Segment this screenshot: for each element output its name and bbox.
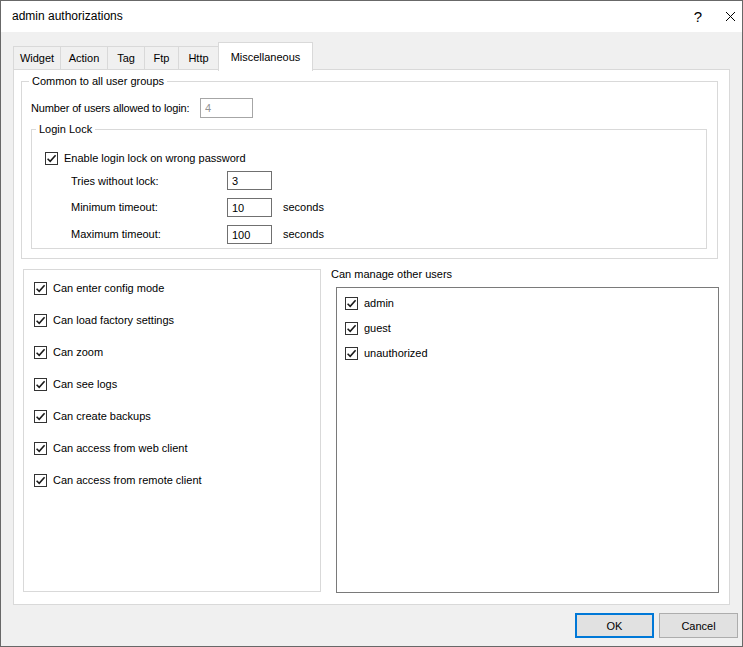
check-icon: [35, 283, 46, 294]
titlebar: admin authorizations ?: [1, 1, 742, 32]
checkbox-box[interactable]: [345, 322, 358, 335]
users-allowed-label: Number of users allowed to login:: [31, 100, 189, 116]
close-button[interactable]: [714, 1, 743, 31]
checkbox-box[interactable]: [345, 297, 358, 310]
check-icon: [35, 347, 46, 358]
checkbox-can-create-backups[interactable]: Can create backups: [34, 408, 151, 424]
checkbox-label: unauthorized: [364, 347, 428, 359]
check-icon: [346, 298, 357, 309]
checkbox-box[interactable]: [34, 474, 47, 487]
checkbox-box[interactable]: [34, 410, 47, 423]
checkbox-label: Enable login lock on wrong password: [64, 152, 246, 164]
check-icon: [35, 315, 46, 326]
help-button[interactable]: ?: [682, 1, 714, 31]
checkbox-box[interactable]: [34, 314, 47, 327]
checkbox-can-zoom[interactable]: Can zoom: [34, 344, 103, 360]
group-common-to-all-user-groups: Common to all user groups Number of user…: [21, 81, 718, 259]
manage-group-title: Can manage other users: [331, 266, 452, 282]
tab-widget[interactable]: Widget: [13, 46, 61, 69]
checkbox-enable-login-lock[interactable]: Enable login lock on wrong password: [45, 150, 246, 166]
checkbox-label: guest: [364, 322, 391, 334]
checkbox-box[interactable]: [34, 346, 47, 359]
users-allowed-input[interactable]: [200, 98, 253, 118]
check-icon: [46, 153, 57, 164]
group-title: Login Lock: [36, 122, 95, 136]
maximum-timeout-input[interactable]: [227, 225, 272, 244]
ok-button[interactable]: OK: [575, 613, 654, 638]
checkbox-box[interactable]: [34, 378, 47, 391]
checkbox-label: Can enter config mode: [53, 282, 164, 294]
checkbox-label: Can access from web client: [53, 442, 188, 454]
minimum-timeout-suffix: seconds: [283, 199, 324, 215]
check-icon: [35, 443, 46, 454]
manage-users-list: admin guest unauthorized: [336, 287, 719, 593]
window-title: admin authorizations: [12, 1, 123, 32]
group-login-lock: Login Lock Enable login lock on wrong pa…: [31, 129, 707, 249]
close-icon: [725, 11, 736, 22]
checkbox-box[interactable]: [34, 282, 47, 295]
checkbox-user-unauthorized[interactable]: unauthorized: [345, 345, 428, 361]
tries-without-lock-input[interactable]: [227, 171, 272, 190]
checkbox-box[interactable]: [45, 152, 58, 165]
checkbox-can-access-from-web-client[interactable]: Can access from web client: [34, 440, 188, 456]
tries-without-lock-label: Tries without lock:: [71, 173, 159, 189]
check-icon: [35, 411, 46, 422]
minimum-timeout-input[interactable]: [227, 198, 272, 217]
checkbox-can-see-logs[interactable]: Can see logs: [34, 376, 117, 392]
checkbox-label: Can create backups: [53, 410, 151, 422]
checkbox-can-access-from-remote-client[interactable]: Can access from remote client: [34, 472, 202, 488]
help-icon: ?: [694, 8, 702, 25]
tab-tag[interactable]: Tag: [107, 46, 145, 69]
checkbox-label: Can see logs: [53, 378, 117, 390]
checkbox-user-admin[interactable]: admin: [345, 295, 394, 311]
checkbox-box[interactable]: [345, 347, 358, 360]
checkbox-can-load-factory-settings[interactable]: Can load factory settings: [34, 312, 174, 328]
checkbox-label: Can load factory settings: [53, 314, 174, 326]
checkbox-label: Can zoom: [53, 346, 103, 358]
maximum-timeout-label: Maximum timeout:: [71, 226, 161, 242]
cancel-button[interactable]: Cancel: [659, 613, 738, 638]
checkbox-box[interactable]: [34, 442, 47, 455]
check-icon: [35, 475, 46, 486]
permissions-panel: Can enter config mode Can load factory s…: [23, 269, 321, 592]
checkbox-can-enter-config-mode[interactable]: Can enter config mode: [34, 280, 164, 296]
minimum-timeout-label: Minimum timeout:: [71, 199, 158, 215]
checkbox-label: admin: [364, 297, 394, 309]
check-icon: [35, 379, 46, 390]
tab-http[interactable]: Http: [178, 46, 219, 69]
checkbox-user-guest[interactable]: guest: [345, 320, 391, 336]
tab-action[interactable]: Action: [60, 46, 108, 69]
dialog-admin-authorizations: admin authorizations ? Widget Action Tag…: [0, 0, 743, 647]
check-icon: [346, 348, 357, 359]
tab-ftp[interactable]: Ftp: [144, 46, 179, 69]
group-title: Common to all user groups: [29, 74, 167, 88]
tab-miscellaneous[interactable]: Miscellaneous: [218, 42, 313, 71]
checkbox-label: Can access from remote client: [53, 474, 202, 486]
check-icon: [346, 323, 357, 334]
maximum-timeout-suffix: seconds: [283, 226, 324, 242]
